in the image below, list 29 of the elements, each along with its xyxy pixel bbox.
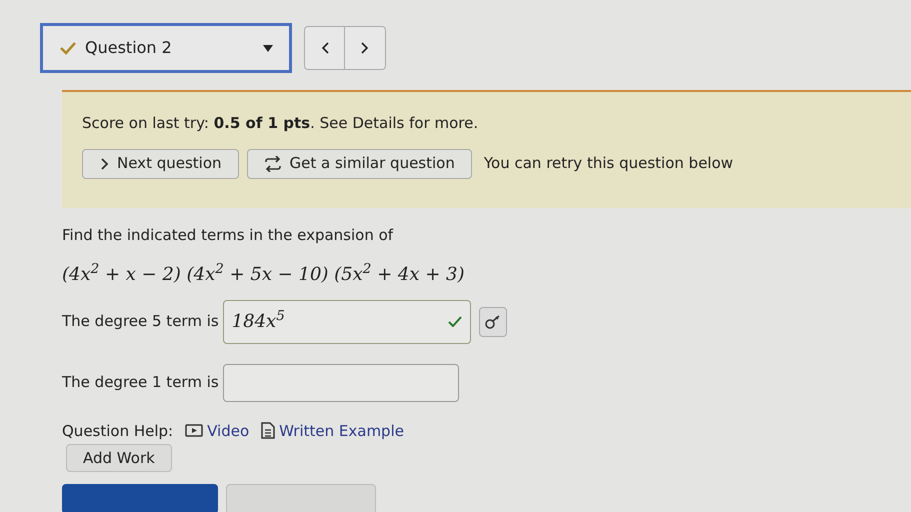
document-icon bbox=[261, 422, 276, 440]
next-question-button[interactable]: Next question bbox=[82, 148, 239, 178]
question-label: Question 2 bbox=[85, 37, 172, 59]
check-icon bbox=[448, 316, 462, 327]
help-label: Question Help: bbox=[62, 420, 174, 442]
retry-note: You can retry this question below bbox=[484, 153, 734, 174]
answer-field[interactable]: 184x$^{5}$ bbox=[222, 300, 471, 344]
chevron-right-icon bbox=[99, 158, 109, 170]
key-icon bbox=[484, 314, 501, 328]
answer-value: 184x$^{5}$ bbox=[232, 308, 285, 334]
caret-icon bbox=[263, 44, 273, 52]
example-link[interactable]: Written Example bbox=[261, 420, 404, 442]
add-work-button[interactable]: Add Work bbox=[66, 444, 172, 472]
play-icon bbox=[185, 424, 204, 438]
question-prompt: Find the indicated terms in the expansion of bbox=[62, 225, 394, 246]
secondary-button[interactable] bbox=[226, 484, 376, 512]
key-button[interactable] bbox=[478, 306, 507, 336]
answer-field[interactable] bbox=[222, 364, 459, 402]
math-expression: (4x$^{2}$ + x − 2) (4x$^{2}$ + 5x − 10) (5x$^{2}$ + 4x + 3) bbox=[62, 260, 466, 286]
score-text: Score on last try: 0.5 of 1 pts. See Details for more. bbox=[82, 113, 480, 134]
chevron-left-icon bbox=[320, 42, 328, 54]
answer-label: The degree 1 term is bbox=[62, 372, 219, 394]
similar-question-button[interactable]: Get a similar question bbox=[246, 148, 472, 178]
answer-label: The degree 5 term is bbox=[62, 311, 219, 332]
primary-button[interactable] bbox=[62, 484, 218, 512]
video-link[interactable]: Video bbox=[185, 420, 250, 442]
chevron-right-icon bbox=[361, 42, 369, 54]
swap-arrows-icon bbox=[264, 156, 282, 172]
question-dropdown[interactable]: Question 2 bbox=[40, 23, 292, 73]
